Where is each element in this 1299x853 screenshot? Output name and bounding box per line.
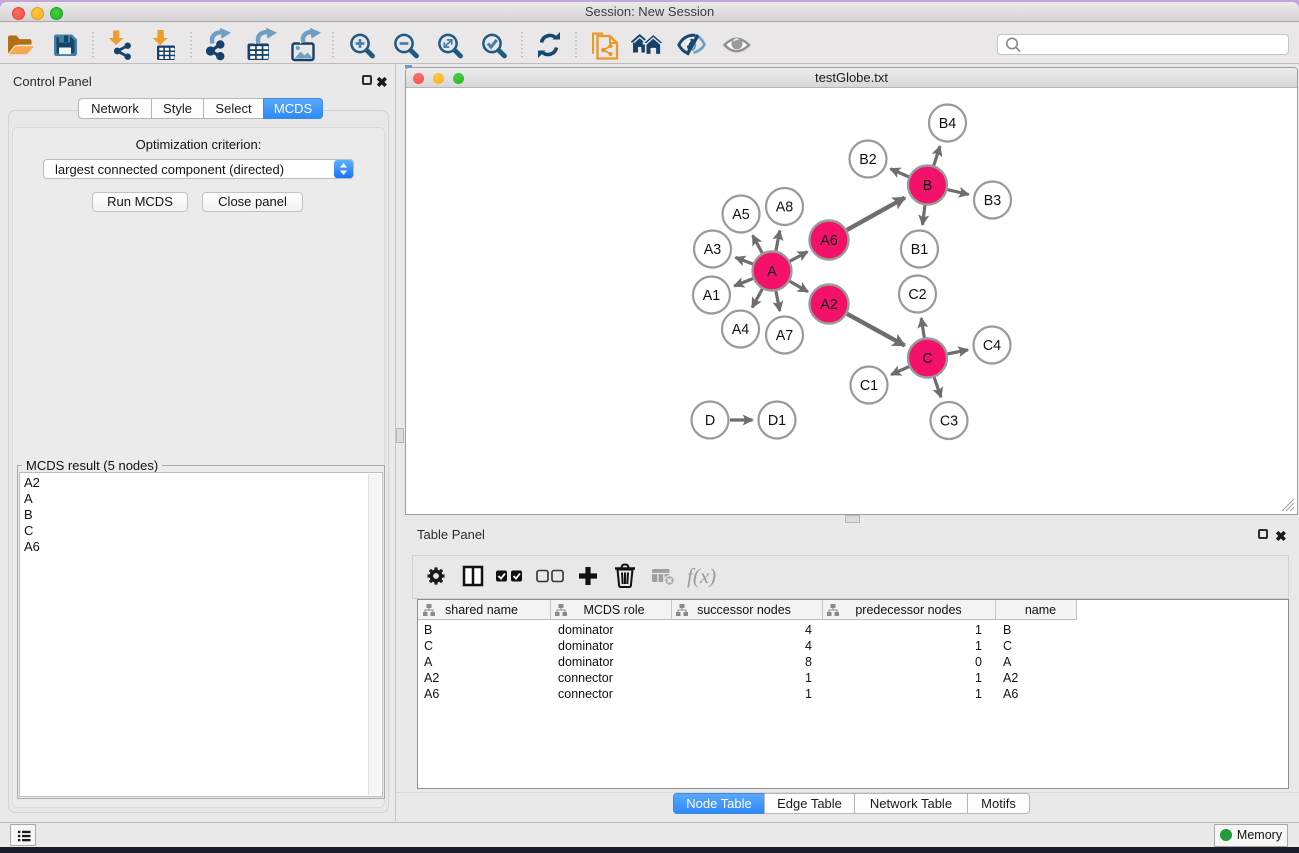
svg-text:A7: A7 <box>776 328 794 344</box>
svg-text:A6: A6 <box>820 233 838 249</box>
svg-text:A2: A2 <box>820 297 838 313</box>
svg-text:A1: A1 <box>703 288 721 304</box>
svg-text:A8: A8 <box>776 199 794 215</box>
svg-text:B: B <box>923 178 933 194</box>
svg-text:C1: C1 <box>860 378 878 394</box>
svg-text:C: C <box>922 351 932 367</box>
svg-text:A: A <box>767 264 777 280</box>
svg-text:C4: C4 <box>983 338 1001 354</box>
svg-text:A3: A3 <box>704 242 722 258</box>
svg-text:D1: D1 <box>768 413 786 429</box>
svg-text:B1: B1 <box>911 242 929 258</box>
svg-text:B2: B2 <box>859 152 877 168</box>
svg-text:C3: C3 <box>940 413 958 429</box>
svg-text:A5: A5 <box>732 207 750 223</box>
svg-text:f(x): f(x) <box>687 564 716 588</box>
svg-text:B3: B3 <box>984 193 1002 209</box>
svg-text:A4: A4 <box>732 322 750 338</box>
svg-text:D: D <box>705 413 715 429</box>
svg-text:B4: B4 <box>939 116 957 132</box>
svg-text:C2: C2 <box>908 287 926 303</box>
